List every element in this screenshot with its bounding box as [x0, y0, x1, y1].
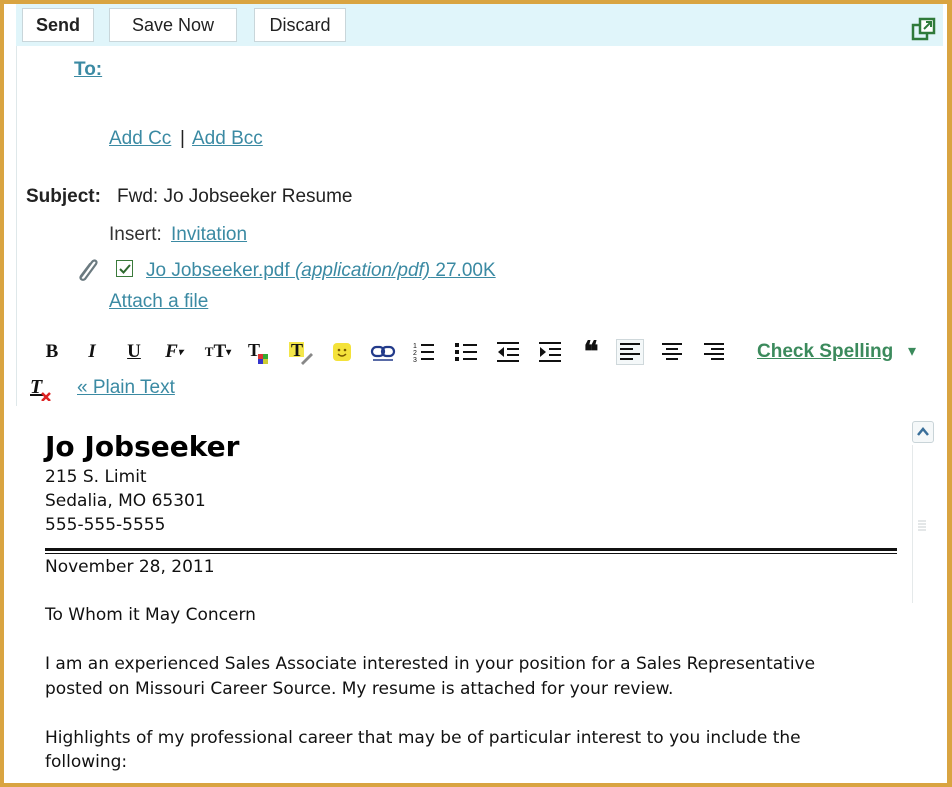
- letter-name: Jo Jobseeker: [45, 430, 240, 463]
- letter-paragraph-line: I am an experienced Sales Associate inte…: [45, 654, 816, 674]
- align-left-icon[interactable]: [616, 339, 644, 365]
- italic-icon[interactable]: I: [78, 339, 106, 365]
- letter-salutation: To Whom it May Concern: [45, 605, 256, 625]
- font-size-icon[interactable]: T T ▾: [201, 339, 235, 365]
- divider: [45, 548, 897, 551]
- underline-icon[interactable]: U: [120, 339, 148, 365]
- attachment-name: Jo Jobseeker.pdf: [146, 260, 290, 281]
- letter-paragraph-line: following:: [45, 752, 128, 772]
- quote-icon[interactable]: ❝: [577, 337, 605, 368]
- link-icon[interactable]: [369, 339, 397, 365]
- attachment-link[interactable]: Jo Jobseeker.pdf (application/pdf) 27.00…: [146, 260, 496, 282]
- attachment-checkbox[interactable]: [116, 260, 133, 277]
- svg-text:T: T: [291, 340, 303, 360]
- svg-text:2: 2: [413, 350, 417, 357]
- letter-address-line2: Sedalia, MO 65301: [45, 491, 206, 511]
- insert-label: Insert:: [109, 224, 162, 245]
- plain-text-link[interactable]: « Plain Text: [77, 377, 175, 399]
- attachment-type: (application/pdf): [294, 260, 431, 281]
- attach-file-link[interactable]: Attach a file: [109, 291, 208, 313]
- emoticon-icon[interactable]: [328, 339, 356, 365]
- letter-phone: 555-555-5555: [45, 515, 166, 535]
- letter-paragraph-line: posted on Missouri Career Source. My res…: [45, 679, 674, 699]
- discard-button[interactable]: Discard: [254, 8, 346, 42]
- bullet-list-icon[interactable]: [452, 339, 480, 365]
- svg-text:3: 3: [413, 357, 417, 363]
- attachment-size: 27.00K: [435, 260, 496, 281]
- to-label[interactable]: To:: [74, 59, 102, 81]
- left-border: [16, 46, 17, 406]
- add-bcc-link[interactable]: Add Bcc: [192, 128, 263, 150]
- popout-icon[interactable]: [911, 17, 937, 43]
- highlight-icon[interactable]: T: [286, 339, 314, 365]
- check-spelling-link[interactable]: Check Spelling: [757, 341, 893, 363]
- letter-date: November 28, 2011: [45, 557, 215, 577]
- save-now-button[interactable]: Save Now: [109, 8, 237, 42]
- clear-formatting-icon[interactable]: T: [28, 375, 54, 402]
- letter-paragraph-line: Highlights of my professional career tha…: [45, 728, 801, 748]
- scrollbar-grip-icon[interactable]: [918, 518, 926, 534]
- subject-input[interactable]: Fwd: Jo Jobseeker Resume: [117, 186, 353, 208]
- outdent-icon[interactable]: [494, 339, 522, 365]
- send-button[interactable]: Send: [22, 8, 94, 42]
- chevron-down-icon[interactable]: ▾: [908, 341, 916, 361]
- text-color-icon[interactable]: T: [244, 339, 272, 365]
- align-center-icon[interactable]: [658, 339, 686, 365]
- svg-text:1: 1: [413, 343, 417, 350]
- numbered-list-icon[interactable]: 123: [410, 339, 438, 365]
- insert-invitation-link[interactable]: Invitation: [171, 224, 247, 246]
- divider: [45, 553, 897, 554]
- font-icon[interactable]: F ▾: [160, 339, 188, 365]
- paperclip-icon: [73, 255, 101, 283]
- letter-address-line1: 215 S. Limit: [45, 467, 147, 487]
- cc-bcc-separator: |: [180, 128, 185, 149]
- align-right-icon[interactable]: [700, 339, 728, 365]
- subject-label: Subject:: [26, 186, 101, 207]
- bold-icon[interactable]: B: [38, 339, 66, 365]
- add-cc-link[interactable]: Add Cc: [109, 128, 171, 150]
- scroll-up-button[interactable]: [912, 421, 934, 443]
- indent-icon[interactable]: [536, 339, 564, 365]
